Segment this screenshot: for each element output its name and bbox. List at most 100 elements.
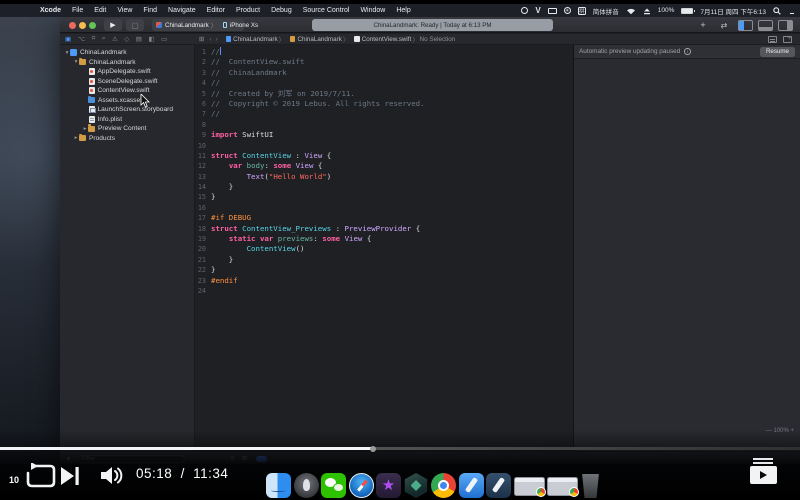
wifi-icon[interactable] (626, 7, 636, 15)
spotlight-search-icon[interactable] (773, 7, 781, 15)
scheme-chevron: 〉 (211, 21, 217, 30)
issue-navigator-icon[interactable]: ⚠ (112, 35, 118, 43)
dock-icon-window-thumb-1[interactable] (514, 477, 545, 496)
token-pre: #endif (211, 276, 238, 285)
code-line-1: 1// (195, 47, 573, 57)
code-content: // (211, 109, 220, 119)
navigator-item-appdelegate-swift[interactable]: AppDelegate.swift (60, 67, 195, 77)
toggle-debug-area-button[interactable] (758, 20, 773, 31)
dock-icon-xcode[interactable] (459, 473, 484, 498)
dock-icon-window-thumb-2[interactable] (547, 477, 578, 496)
next-button[interactable] (60, 466, 80, 491)
code-line-18: 18struct ContentView_Previews : PreviewP… (195, 224, 573, 234)
back-arrow-icon[interactable]: ‹ (209, 36, 211, 43)
info-icon[interactable]: i (684, 48, 691, 55)
menu-item-help[interactable]: Help (396, 7, 410, 14)
menu-app-name[interactable]: Xcode (40, 7, 61, 14)
navigator-item-assets-xcassets[interactable]: Assets.xcassets (60, 96, 195, 106)
dock-icon-chrome[interactable] (431, 473, 456, 498)
navigator-item-preview-content[interactable]: ▸Preview Content (60, 124, 195, 134)
dock-icon-imovie[interactable]: ★ (376, 473, 401, 498)
report-navigator-icon[interactable]: ▭ (161, 35, 167, 43)
navigator-item-chinalandmark[interactable]: ▾ChinaLandmark (60, 58, 195, 68)
input-method-label[interactable]: 简体拼音 (593, 6, 619, 16)
menu-item-edit[interactable]: Edit (94, 7, 106, 14)
resume-button[interactable]: Resume (760, 47, 795, 57)
volume-icon[interactable] (100, 465, 124, 491)
line-number: 6 (195, 99, 211, 109)
source-control-navigator-icon[interactable]: ⌥ (78, 35, 86, 43)
dock-icon-launchpad[interactable] (294, 473, 319, 498)
menu-item-window[interactable]: Window (360, 7, 385, 14)
display-icon[interactable] (548, 8, 557, 14)
source-editor[interactable]: 1//2// ContentView.swift3// ChinaLandmar… (195, 45, 573, 451)
player-seek-bar[interactable] (0, 447, 800, 450)
menu-item-find[interactable]: Find (143, 7, 157, 14)
test-navigator-icon[interactable]: ◇ (124, 35, 129, 43)
run-button[interactable]: ▶ (104, 19, 122, 31)
menu-item-product[interactable]: Product (236, 7, 260, 14)
symbol-navigator-icon[interactable]: ⌗ (92, 35, 96, 43)
menu-item-source-control[interactable]: Source Control (303, 7, 350, 14)
menu-datetime[interactable]: 7月11日 周四 下午6:13 (700, 6, 766, 16)
navigator-item-label: Info.plist (98, 116, 123, 123)
navigator-item-products[interactable]: ▸Products (60, 134, 195, 144)
breadcrumb-file[interactable]: ContentView.swift (362, 36, 412, 43)
replay-seconds-label: 10 (9, 475, 19, 485)
notification-center-icon[interactable] (788, 7, 796, 14)
menu-item-file[interactable]: File (72, 7, 83, 14)
dock-icon-safari[interactable] (349, 473, 374, 498)
add-editor-icon[interactable] (783, 36, 792, 43)
dock-icon-trash[interactable] (581, 474, 601, 498)
accessibility-keyboard-icon[interactable]: ✳ (564, 7, 571, 14)
library-add-button[interactable]: + (696, 19, 710, 31)
code-content: #endif (211, 276, 238, 286)
navigator-item-scenedelegate-swift[interactable]: SceneDelegate.swift (60, 77, 195, 87)
video-queue-button[interactable] (750, 458, 778, 484)
breadcrumb-selection[interactable]: No Selection (420, 36, 456, 43)
breakpoint-navigator-icon[interactable]: ◧ (148, 35, 154, 43)
battery-icon[interactable] (681, 8, 693, 14)
input-source-icon[interactable]: 拼 (578, 7, 586, 15)
scheme-selector[interactable]: ChinaLandmark 〉 iPhone Xs (152, 19, 244, 31)
toggle-navigator-button[interactable] (738, 20, 753, 31)
record-status-icon[interactable] (521, 7, 528, 14)
dock-icon-finder[interactable] (266, 473, 291, 498)
debug-navigator-icon[interactable]: ▤ (136, 35, 142, 43)
breadcrumb-group[interactable]: ChinaLandmark (297, 36, 341, 43)
navigator-item-chinalandmark[interactable]: ▾ChinaLandmark (60, 48, 195, 58)
project-navigator: ▾ChinaLandmark▾ChinaLandmarkAppDelegate.… (60, 45, 195, 451)
breadcrumb-project[interactable]: ChinaLandmark (233, 36, 277, 43)
dock-icon-hexagon-app[interactable] (404, 473, 429, 498)
window-close-button[interactable] (69, 22, 76, 29)
navigator-item-contentview-swift[interactable]: ContentView.swift (60, 86, 195, 96)
window-zoom-button[interactable] (89, 22, 96, 29)
navigator-item-launchscreen-storyboard[interactable]: LaunchScreen.storyboard (60, 105, 195, 115)
stop-button[interactable]: ▢ (126, 19, 144, 31)
forward-arrow-icon[interactable]: › (216, 36, 218, 43)
code-line-24: 24 (195, 286, 573, 296)
project-navigator-icon[interactable]: ▣ (65, 35, 71, 43)
code-line-13: 13 Text("Hello World") (195, 172, 573, 182)
find-navigator-icon[interactable]: ⌕ (102, 35, 106, 43)
dock-icon-xcode-beta[interactable] (486, 473, 511, 498)
menu-item-debug[interactable]: Debug (271, 7, 292, 14)
line-number: 7 (195, 109, 211, 119)
v-app-icon[interactable]: V (535, 6, 540, 15)
replay-button[interactable] (24, 463, 56, 494)
menu-item-editor[interactable]: Editor (207, 7, 225, 14)
menu-item-navigate[interactable]: Navigate (168, 7, 196, 14)
code-line-17: 17#if DEBUG (195, 213, 573, 223)
menu-item-view[interactable]: View (117, 7, 132, 14)
navigator-item-info-plist[interactable]: Info.plist (60, 115, 195, 125)
navigator-item-label: Assets.xcassets (98, 97, 145, 104)
eject-icon[interactable] (643, 7, 651, 15)
toggle-inspectors-button[interactable] (778, 20, 793, 31)
window-minimize-button[interactable] (79, 22, 86, 29)
editor-swap-icon[interactable]: ⇄ (716, 19, 732, 31)
seek-bar-handle[interactable] (370, 446, 376, 452)
line-number: 2 (195, 57, 211, 67)
adjust-editor-options-icon[interactable] (768, 36, 777, 43)
related-items-icon[interactable]: ⊞ (199, 35, 204, 43)
dock-icon-wechat[interactable] (321, 473, 346, 498)
